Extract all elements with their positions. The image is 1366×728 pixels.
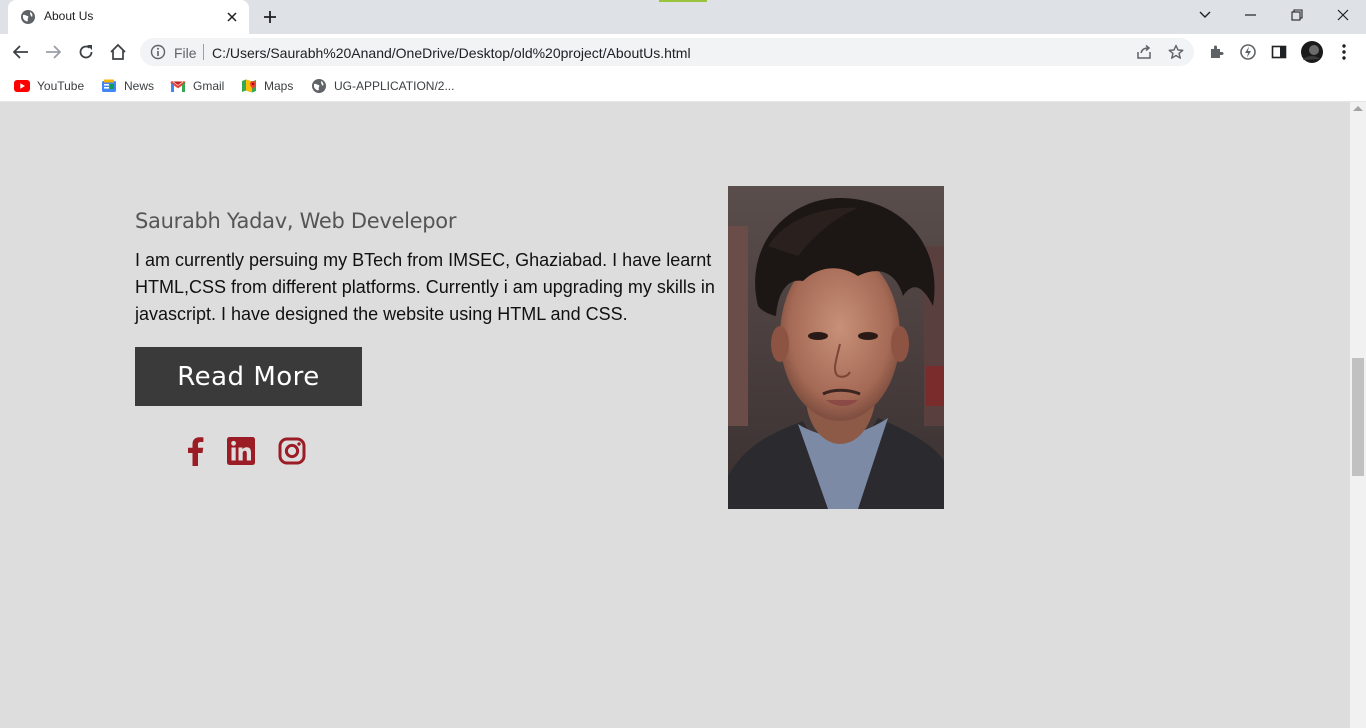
bookmark-news[interactable]: News — [101, 76, 154, 96]
linkedin-icon[interactable] — [226, 435, 256, 467]
back-icon[interactable] — [8, 39, 34, 65]
omnibox-divider — [203, 44, 204, 60]
performance-icon[interactable] — [1235, 39, 1261, 65]
browser-toolbar: File C:/Users/Saurabh%20Anand/OneDrive/D… — [0, 34, 1366, 70]
bookmarks-bar: YouTube News Gmail Maps UG-APPLICATION/2… — [0, 70, 1366, 102]
bookmark-youtube[interactable]: YouTube — [14, 76, 84, 96]
bookmark-label: Gmail — [193, 79, 225, 93]
profile-photo — [728, 186, 944, 509]
browser-tab-about-us[interactable]: About Us — [8, 0, 249, 34]
share-icon[interactable] — [1134, 42, 1154, 62]
close-window-icon[interactable] — [1320, 0, 1366, 30]
browser-title-bar: About Us — [0, 0, 1366, 34]
bookmark-label: UG-APPLICATION/2... — [334, 79, 455, 93]
bookmark-maps[interactable]: Maps — [241, 76, 293, 96]
profile-heading: Saurabh Yadav, Web Develepor — [135, 209, 457, 233]
url-text[interactable]: C:/Users/Saurabh%20Anand/OneDrive/Deskto… — [212, 45, 691, 61]
globe-icon — [20, 9, 36, 25]
bookmark-label: YouTube — [37, 79, 85, 93]
profile-avatar[interactable] — [1299, 39, 1325, 65]
window-accent — [659, 0, 707, 2]
address-bar[interactable]: File C:/Users/Saurabh%20Anand/OneDrive/D… — [140, 38, 1194, 66]
bookmark-label: News — [124, 79, 155, 93]
tab-title: About Us — [44, 9, 94, 23]
scrollbar-thumb[interactable] — [1352, 358, 1364, 476]
minimize-icon[interactable] — [1228, 0, 1274, 30]
gmail-icon — [170, 78, 186, 94]
youtube-icon — [14, 78, 30, 94]
bookmark-gmail[interactable]: Gmail — [170, 76, 224, 96]
restore-icon[interactable] — [1274, 0, 1320, 30]
forward-icon[interactable] — [40, 39, 66, 65]
read-more-button[interactable]: Read More — [135, 347, 362, 406]
new-tab-button[interactable] — [258, 6, 282, 28]
about-us-page: Saurabh Yadav, Web Develepor I am curren… — [0, 102, 1350, 728]
side-panel-icon[interactable] — [1266, 39, 1292, 65]
home-icon[interactable] — [105, 39, 131, 65]
bookmark-ug-application[interactable]: UG-APPLICATION/2... — [311, 76, 454, 96]
reload-icon[interactable] — [73, 39, 99, 65]
profile-bio: I am currently persuing my BTech from IM… — [135, 250, 715, 324]
close-tab-icon[interactable] — [223, 8, 241, 26]
info-icon[interactable] — [150, 44, 166, 60]
tab-search-icon[interactable] — [1182, 0, 1228, 30]
extensions-icon[interactable] — [1203, 39, 1229, 65]
instagram-icon[interactable] — [277, 435, 307, 467]
bookmark-label: Maps — [264, 79, 294, 93]
menu-kebab-icon[interactable] — [1331, 39, 1357, 65]
scroll-up-arrow-icon[interactable] — [1353, 106, 1363, 111]
scheme-label: File — [174, 45, 197, 61]
maps-icon — [241, 78, 257, 94]
facebook-icon[interactable] — [180, 435, 210, 467]
news-icon — [101, 78, 117, 94]
globe-icon — [311, 78, 327, 94]
bookmark-star-icon[interactable] — [1166, 42, 1186, 62]
